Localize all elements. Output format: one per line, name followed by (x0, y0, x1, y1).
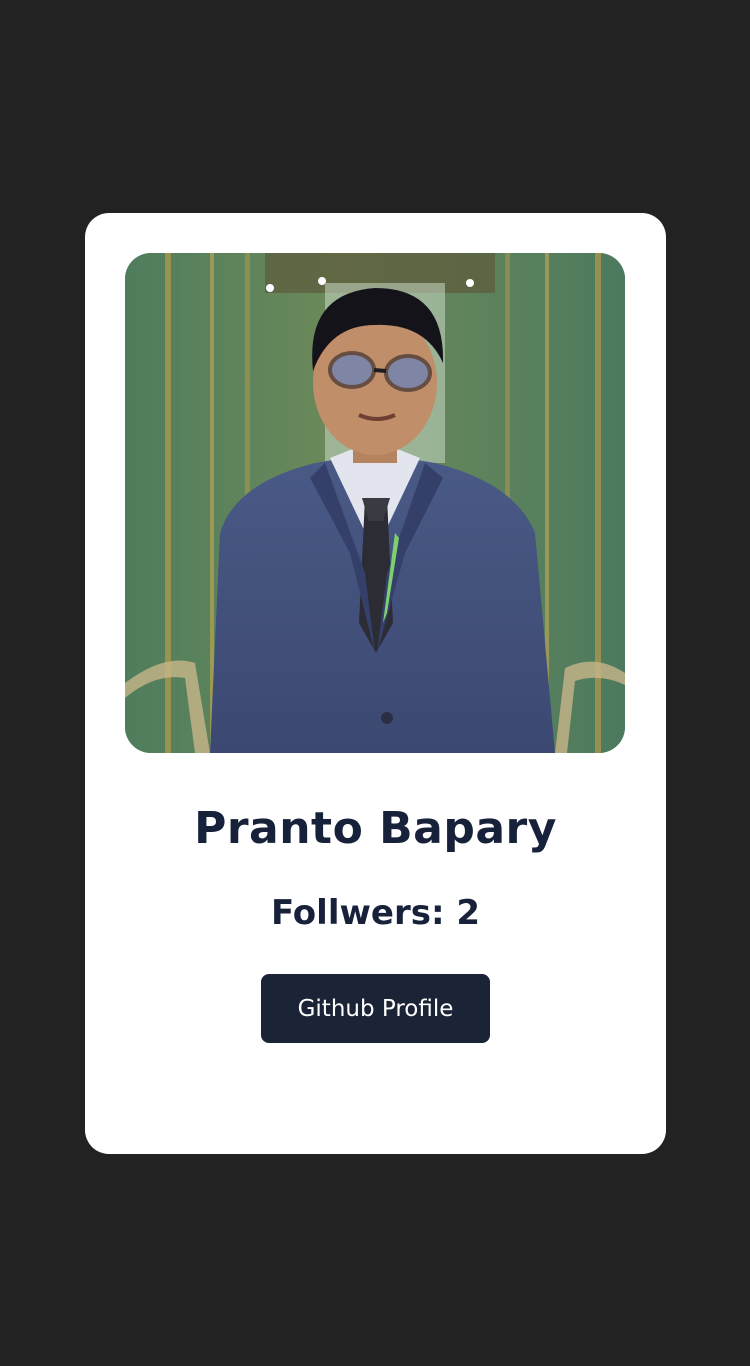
avatar-photo-icon (125, 253, 625, 753)
github-profile-button[interactable]: Github Profile (261, 974, 490, 1043)
followers-count: Follwers: 2 (270, 893, 481, 933)
profile-card: Pranto Bapary Follwers: 2 Github Profile (85, 213, 666, 1154)
profile-photo (125, 253, 625, 753)
profile-name: Pranto Bapary (194, 803, 557, 854)
